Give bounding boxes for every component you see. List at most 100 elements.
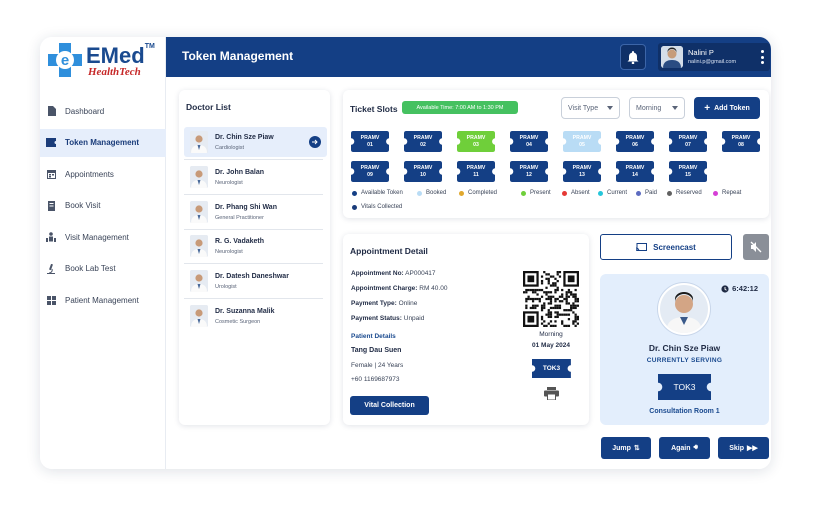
token-number: 06	[632, 142, 638, 148]
legend-dot	[636, 190, 641, 196]
visit-type-select[interactable]: Visit Type	[561, 97, 620, 119]
token-slot[interactable]: PRAMV 02	[404, 131, 442, 152]
sidebar-item-label: Visit Management	[65, 232, 129, 242]
doctor-specialty: General Practitioner	[215, 214, 264, 221]
speaker-mute-icon	[750, 241, 762, 253]
calendar-icon	[46, 169, 56, 180]
add-token-button[interactable]: + Add Token	[694, 97, 760, 119]
doctor-name: Dr. Datesh Daneshwar	[215, 272, 289, 280]
token-slot[interactable]: PRAMV 12	[510, 161, 548, 182]
screencast-button[interactable]: Screencast	[600, 234, 732, 260]
appointment-date: 01 May 2024	[532, 342, 570, 349]
token-number: 04	[526, 142, 532, 148]
brand-logo: e EMedTM HealthTech	[48, 41, 160, 81]
sidebar-item-dashboard[interactable]: Dashboard	[40, 97, 166, 125]
notification-button[interactable]	[620, 44, 646, 70]
grid-icon	[46, 296, 56, 306]
token-code: PRAMV	[731, 135, 751, 141]
sidebar-item-label: Token Management	[65, 138, 140, 148]
legend-dot	[713, 190, 718, 196]
token-number: 11	[473, 172, 479, 178]
token-slot[interactable]: PRAMV 15	[669, 161, 707, 182]
doctor-list-item[interactable]: Dr. Datesh Daneshwar Urologist	[184, 266, 327, 296]
patient-phone: +60 1169687973	[351, 376, 400, 383]
divider	[184, 298, 323, 299]
legend-dot	[352, 190, 357, 196]
legend-dot	[459, 190, 464, 196]
token-slot[interactable]: PRAMV 06	[616, 131, 654, 152]
legend-dot	[667, 190, 672, 196]
vital-collection-button[interactable]: Vital Collection	[350, 396, 429, 415]
page-icon	[46, 200, 56, 211]
again-button[interactable]: Again 🔊︎	[659, 437, 710, 459]
token-slot[interactable]: PRAMV 04	[510, 131, 548, 152]
appointment-detail-panel: Appointment Detail Appointment No: AP000…	[343, 234, 589, 425]
brand-tagline: HealthTech	[88, 66, 141, 78]
appointment-token: TOK3	[532, 359, 571, 378]
divider	[184, 159, 323, 160]
token-slot[interactable]: PRAMV 09	[351, 161, 389, 182]
token-number: 10	[420, 172, 426, 178]
doctor-list-item[interactable]: Dr. John Balan Neurologist	[184, 162, 327, 192]
token-slot[interactable]: PRAMV 10	[404, 161, 442, 182]
doctor-list-item[interactable]: Dr. Phang Shi Wan General Practitioner	[184, 197, 327, 227]
sidebar-item-book-lab-test[interactable]: Book Lab Test	[40, 255, 166, 283]
sidebar-item-book-visit[interactable]: Book Visit	[40, 192, 166, 220]
legend-label: Booked	[426, 190, 447, 196]
token-slot[interactable]: PRAMV 01	[351, 131, 389, 152]
doctor-name: Dr. John Balan	[215, 168, 265, 176]
doctor-avatar	[658, 283, 710, 335]
doctor-name: Dr. Suzanna Malik	[215, 307, 275, 315]
doctor-specialty: Neurologist	[215, 179, 243, 186]
appointment-no: Appointment No: AP000417	[351, 270, 436, 277]
people-icon	[46, 232, 56, 243]
token-number: 02	[420, 142, 426, 148]
printer-icon[interactable]	[544, 387, 559, 400]
app-window: e EMedTM HealthTech Dashboard Token Mana…	[40, 37, 771, 469]
sidebar-item-token-management[interactable]: Token Management	[40, 128, 166, 157]
payment-type: Payment Type: Online	[351, 300, 418, 307]
token-number: 07	[685, 142, 691, 148]
skip-button[interactable]: Skip ▶▶	[718, 437, 769, 459]
sidebar-item-label: Book Visit	[65, 201, 101, 211]
legend-label: Vitals Collected	[361, 204, 403, 210]
sidebar-item-visit-management[interactable]: Visit Management	[40, 223, 166, 251]
microscope-icon	[46, 263, 56, 274]
serving-timer: 6:42:12	[721, 284, 758, 293]
fast-forward-icon: ▶▶	[747, 445, 758, 452]
token-slot[interactable]: PRAMV 11	[457, 161, 495, 182]
sidebar-nav: Dashboard Token Management Appointments …	[40, 97, 166, 318]
user-menu[interactable]: Nalini P nalini.p@gmail.com	[658, 43, 770, 71]
token-slot[interactable]: PRAMV 03	[457, 131, 495, 152]
divider	[184, 263, 323, 264]
mute-button[interactable]	[743, 234, 769, 260]
token-code: PRAMV	[572, 135, 592, 141]
ticket-slots-title: Ticket Slots	[350, 104, 398, 114]
doctor-list-item[interactable]: Dr. Suzanna Malik Cosmetic Surgeon	[184, 301, 327, 331]
sidebar-item-appointments[interactable]: Appointments	[40, 160, 166, 188]
chevron-down-icon	[607, 106, 613, 110]
token-slot[interactable]: PRAMV 13	[563, 161, 601, 182]
doctor-name: Dr. Phang Shi Wan	[215, 203, 277, 211]
token-slot[interactable]: PRAMV 05	[563, 131, 601, 152]
ticket-icon	[46, 138, 56, 148]
token-slot[interactable]: PRAMV 08	[722, 131, 760, 152]
legend-label: Available Token	[361, 190, 403, 196]
arrow-right-icon[interactable]	[309, 136, 321, 148]
token-slot[interactable]: PRAMV 14	[616, 161, 654, 182]
doctor-list-item[interactable]: Dr. Chin Sze Piaw Cardiologist	[184, 127, 327, 157]
svg-text:e: e	[61, 52, 69, 69]
doctor-list-panel: Doctor List Dr. Chin Sze Piaw Cardiologis…	[179, 90, 330, 425]
doctor-list-item[interactable]: R. G. Vadaketh Neurologist	[184, 231, 327, 261]
token-slot[interactable]: PRAMV 07	[669, 131, 707, 152]
session-select[interactable]: Morning	[629, 97, 685, 119]
doctor-photo	[190, 235, 208, 257]
more-vertical-icon[interactable]	[761, 50, 764, 64]
jump-button[interactable]: Jump ⇅	[601, 437, 651, 459]
sidebar-item-patient-management[interactable]: Patient Management	[40, 287, 166, 315]
token-code: PRAMV	[360, 135, 380, 141]
legend-dot	[598, 190, 603, 196]
token-code: PRAMV	[625, 135, 645, 141]
sidebar-item-label: Patient Management	[65, 296, 139, 306]
available-time-badge: Available Time: 7:00 AM to 1:30 PM	[402, 101, 518, 114]
